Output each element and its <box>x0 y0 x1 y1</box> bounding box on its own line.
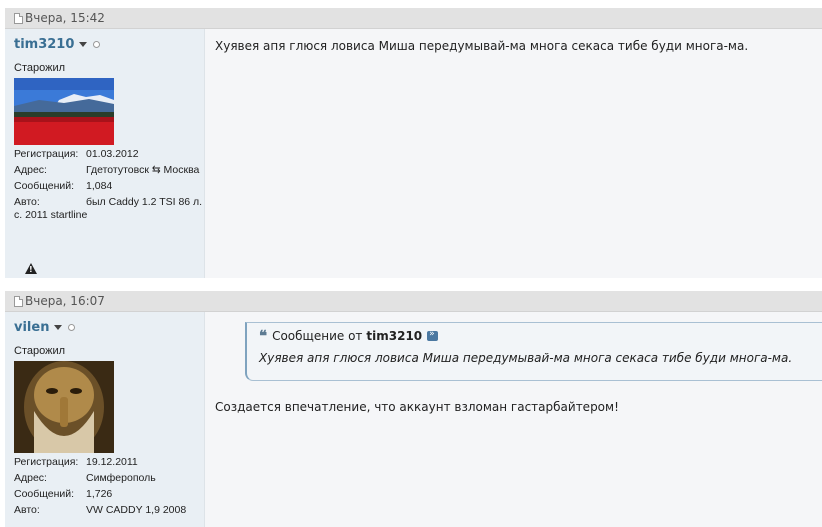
quote-header: ❝ Сообщение от tim3210 <box>259 327 822 345</box>
quote-prefix: Сообщение от <box>272 329 363 343</box>
chevron-down-icon[interactable] <box>79 42 88 47</box>
car-label: Авто: <box>14 504 40 516</box>
registration-value: 01.03.2012 <box>86 148 139 160</box>
address-label: Адрес: <box>14 164 47 176</box>
messages-label: Сообщений: <box>14 488 75 500</box>
post-message: Хуявея апя глюся ловиса Миша передумывай… <box>215 39 749 53</box>
post: Вчера, 15:42 tim3210 Старожил Регистраци… <box>5 8 822 278</box>
registration-label: Регистрация: <box>14 148 79 160</box>
messages-row: Сообщений: 1,726 <box>14 488 204 501</box>
user-rank: Старожил <box>14 345 66 357</box>
address-value: Гдетотутовск ⇆ Москва <box>86 164 200 176</box>
car-value: VW CADDY 1,9 2008 <box>86 504 187 516</box>
registration-row: Регистрация: 19.12.2011 <box>14 456 204 469</box>
car-row: Авто: был Caddy 1.2 TSI 86 л. с. 2011 sta… <box>14 196 204 222</box>
messages-value: 1,084 <box>86 180 113 192</box>
offline-status-icon <box>93 41 101 48</box>
post: Вчера, 16:07 vilen Старожил Регистрация:… <box>5 291 822 527</box>
quote-icon: ❝ <box>259 327 268 345</box>
user-info-panel: tim3210 Старожил Регистрация: 01.03.2012… <box>5 29 205 278</box>
post-content: Хуявея апя глюся ловиса Миша передумывай… <box>205 29 822 278</box>
view-post-icon[interactable] <box>427 329 439 341</box>
username-link[interactable]: tim3210 <box>14 37 74 52</box>
report-warning-icon[interactable] <box>25 263 37 274</box>
quote-author: tim3210 <box>366 329 423 343</box>
address-label: Адрес: <box>14 472 47 484</box>
quote-block: ❝ Сообщение от tim3210 Хуявея апя глюся … <box>245 322 822 381</box>
page-icon <box>14 295 23 307</box>
messages-value: 1,726 <box>86 488 113 500</box>
registration-value: 19.12.2011 <box>86 456 138 468</box>
messages-label: Сообщений: <box>14 180 75 192</box>
page-icon <box>14 12 23 24</box>
address-row: Адрес: Симферополь <box>14 472 204 485</box>
quote-text: Хуявея апя глюся ловиса Миша передумывай… <box>259 351 793 365</box>
user-info-panel: vilen Старожил Регистрация: 19.12.2011 А… <box>5 312 205 527</box>
post-date: Вчера, 16:07 <box>25 294 105 308</box>
post-header: Вчера, 15:42 <box>5 8 822 29</box>
car-row: Авто: VW CADDY 1,9 2008 <box>14 504 204 517</box>
offline-status-icon <box>68 324 76 331</box>
post-content: ❝ Сообщение от tim3210 Хуявея апя глюся … <box>205 312 822 527</box>
address-row: Адрес: Гдетотутовск ⇆ Москва <box>14 164 204 177</box>
messages-row: Сообщений: 1,084 <box>14 180 204 193</box>
avatar[interactable] <box>14 361 114 453</box>
user-rank: Старожил <box>14 62 66 74</box>
address-value: Симферополь <box>86 472 156 484</box>
registration-row: Регистрация: 01.03.2012 <box>14 148 204 161</box>
registration-label: Регистрация: <box>14 456 79 468</box>
avatar[interactable] <box>14 78 114 145</box>
chevron-down-icon[interactable] <box>54 325 63 330</box>
car-label: Авто: <box>14 196 40 208</box>
post-header: Вчера, 16:07 <box>5 291 822 312</box>
username-link[interactable]: vilen <box>14 320 49 335</box>
post-date: Вчера, 15:42 <box>25 11 105 25</box>
post-message: Создается впечатление, что аккаунт взлом… <box>215 400 619 414</box>
